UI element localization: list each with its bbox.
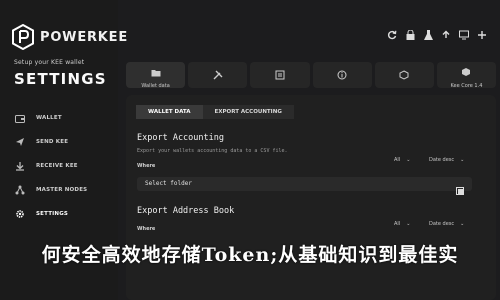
chevron-down-icon: ⌄ [406, 157, 411, 163]
sidebar-item-label: WALLET [36, 115, 62, 121]
folder-icon [151, 62, 161, 81]
chevron-down-icon: ⌄ [460, 221, 465, 227]
sort-value: Date desc [429, 157, 455, 163]
powerkee-logo-icon [12, 24, 34, 50]
banner-text: 何安全高效地存储Token;从基础知识到最佳实 [41, 243, 459, 266]
folder-select-field[interactable]: Select folder [137, 177, 472, 195]
export-accounting-description: Export your wallets accounting data to a… [137, 148, 288, 154]
flask-icon[interactable] [422, 29, 434, 41]
send-icon [14, 136, 26, 148]
brand[interactable]: POWERKEE [12, 24, 128, 50]
info-icon [337, 65, 347, 84]
upload-icon[interactable] [440, 29, 452, 41]
chevron-down-icon: ⌄ [460, 157, 465, 163]
filter-value: All [394, 221, 401, 227]
tab-options[interactable] [250, 62, 310, 88]
tab-info[interactable] [312, 62, 372, 88]
sidebar-item-receive-kee[interactable]: RECEIVE KEE [14, 154, 114, 178]
more-icon[interactable] [476, 29, 488, 41]
receive-icon [14, 160, 26, 172]
tab-label: Wallet data [141, 82, 170, 89]
brand-name: POWERKEE [40, 29, 129, 45]
filter-select[interactable]: All ⌄ [394, 221, 410, 227]
page-title: SETTINGS [14, 70, 107, 88]
tab-tools[interactable] [188, 62, 248, 88]
sidebar-item-wallet[interactable]: WALLET [14, 106, 114, 130]
settings-tabs: Wallet data Kee Core 1.4 [126, 62, 497, 89]
nodes-icon [14, 184, 26, 196]
lock-icon[interactable] [404, 29, 416, 41]
sidebar-item-settings[interactable]: SETTINGS [14, 202, 114, 226]
where-label: Where [137, 163, 156, 169]
subtab-export-accounting[interactable]: EXPORT ACCOUNTING [202, 105, 294, 119]
sidebar-item-label: RECEIVE KEE [36, 163, 78, 169]
where-label: Where [137, 226, 156, 232]
sidebar-item-label: SEND KEE [36, 139, 69, 145]
sort-select[interactable]: Date desc ⌄ [429, 221, 464, 227]
sub-tabs: WALLET DATA EXPORT ACCOUNTING [136, 105, 294, 119]
export-accounting-title: Export Accounting [137, 133, 224, 143]
options-icon [275, 65, 285, 84]
core-icon [461, 62, 471, 81]
tools-icon [213, 65, 223, 84]
sidebar-item-label: SETTINGS [36, 211, 69, 217]
tab-wallet-data[interactable]: Wallet data [126, 62, 186, 89]
folder-select-value: Select folder [145, 180, 192, 187]
tab-badge[interactable] [374, 62, 434, 88]
export-address-title: Export Address Book [137, 206, 235, 216]
top-toolbar [386, 29, 488, 41]
sidebar-item-send-kee[interactable]: SEND KEE [14, 130, 114, 154]
main-panel: WALLET DATA EXPORT ACCOUNTING Export Acc… [126, 95, 496, 300]
filter-select[interactable]: All ⌄ [394, 157, 410, 163]
sidebar-nav: WALLET SEND KEE RECEIVE KEE MASTER NODES… [14, 106, 114, 226]
sort-value: Date desc [429, 221, 455, 227]
badge-icon [399, 65, 409, 84]
sidebar-item-label: MASTER NODES [36, 187, 88, 193]
monitor-icon[interactable] [458, 29, 470, 41]
refresh-icon[interactable] [386, 29, 398, 41]
tab-kee-core[interactable]: Kee Core 1.4 [436, 62, 497, 89]
setup-text: Setup your KEE wallet [14, 59, 85, 66]
sort-select[interactable]: Date desc ⌄ [429, 157, 464, 163]
chevron-down-icon: ⌄ [406, 221, 411, 227]
sidebar-item-master-nodes[interactable]: MASTER NODES [14, 178, 114, 202]
folder-open-icon[interactable] [456, 180, 464, 195]
overlay-banner: 何安全高效地存储Token;从基础知识到最佳实 [0, 238, 500, 268]
gear-icon [14, 208, 26, 220]
wallet-icon [14, 112, 26, 124]
subtab-wallet-data[interactable]: WALLET DATA [136, 105, 203, 119]
tab-label: Kee Core 1.4 [450, 82, 483, 89]
filter-value: All [394, 157, 401, 163]
